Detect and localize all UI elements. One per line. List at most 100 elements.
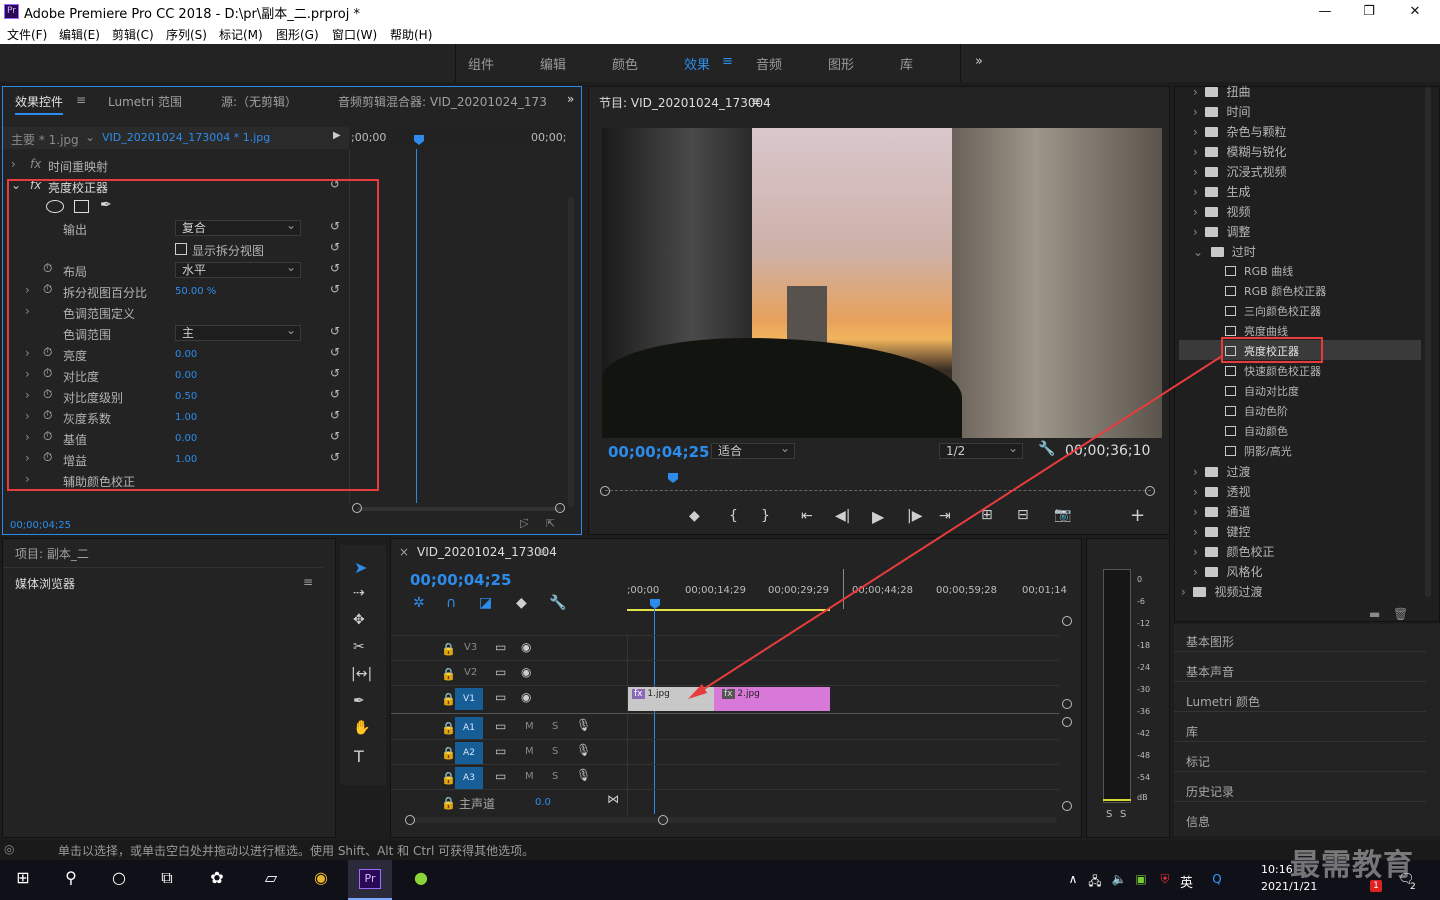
scroll-handle-left[interactable]: [405, 815, 415, 825]
tree-effect-rgb-curves[interactable]: RGB 曲线: [1225, 263, 1293, 279]
tree-folder-stylize[interactable]: › 风格化: [1193, 563, 1262, 580]
search-icon[interactable]: ⚲: [56, 868, 86, 887]
effects-scrollbar[interactable]: [1425, 87, 1431, 597]
eye-icon[interactable]: ◉: [521, 640, 531, 654]
time-remap-row[interactable]: › fx 时间重映射: [3, 155, 349, 176]
ec-timecode[interactable]: 00;00;04;25: [10, 520, 71, 531]
panel-more-icon[interactable]: »: [567, 92, 574, 106]
timeline-close-icon[interactable]: ×: [399, 545, 409, 559]
tree-folder-channel[interactable]: › 通道: [1193, 503, 1250, 520]
pen-tool-icon[interactable]: ✒: [353, 693, 365, 709]
track-label-a3[interactable]: A3: [455, 767, 483, 789]
tab-effect-controls[interactable]: 效果控件: [15, 93, 64, 115]
workspace-menu-icon[interactable]: ≡: [722, 54, 733, 69]
solo-right-button[interactable]: S: [1120, 809, 1126, 820]
minimize-button[interactable]: —: [1302, 0, 1348, 24]
eye-icon[interactable]: ◉: [521, 690, 531, 704]
new-folder-icon[interactable]: ▬: [1369, 607, 1380, 621]
maximize-button[interactable]: ❐: [1346, 0, 1392, 24]
panel-essential-sound[interactable]: 基本声音: [1186, 663, 1234, 680]
eye-icon[interactable]: ◉: [521, 665, 531, 679]
tree-effect-fast-color[interactable]: 快速颜色校正器: [1225, 363, 1321, 379]
play-triangle-icon[interactable]: ▶: [333, 130, 341, 141]
tree-effect-rgb-color-corrector[interactable]: RGB 颜色校正器: [1225, 283, 1326, 299]
mark-in-icon[interactable]: {: [729, 508, 738, 524]
panel-lumetri-color[interactable]: Lumetri 颜色: [1186, 693, 1260, 710]
step-forward-icon[interactable]: |▶: [907, 508, 922, 524]
track-select-tool-icon[interactable]: ⇢: [353, 585, 365, 601]
scroll-handle-bottom[interactable]: [1062, 801, 1072, 811]
go-to-end-icon[interactable]: ⋈: [607, 792, 619, 806]
snap-icon[interactable]: ✲: [413, 595, 425, 611]
track-label-a1[interactable]: A1: [455, 717, 483, 739]
trash-icon[interactable]: 🗑: [1393, 607, 1408, 621]
add-marker-icon[interactable]: ◆: [516, 595, 527, 611]
mute-button[interactable]: M: [525, 771, 534, 782]
fit-dropdown[interactable]: 适合: [711, 441, 795, 459]
lock-icon[interactable]: 🔒: [441, 692, 456, 706]
solo-left-button[interactable]: S: [1106, 809, 1112, 820]
type-tool-icon[interactable]: T: [354, 747, 364, 766]
menu-help[interactable]: 帮助(H): [390, 26, 432, 43]
media-browser-tab[interactable]: 媒体浏览器: [15, 575, 75, 592]
scroll-handle-right[interactable]: [1145, 486, 1155, 496]
microphone-icon[interactable]: 🎙: [576, 768, 591, 782]
program-time-ruler[interactable]: [605, 477, 1151, 491]
track-label-v1[interactable]: V1: [455, 688, 483, 710]
chrome-icon[interactable]: ◉: [306, 868, 336, 887]
menu-edit[interactable]: 编辑(E): [59, 26, 100, 43]
lock-icon[interactable]: 🔒: [441, 642, 456, 656]
microphone-icon[interactable]: 🎙: [576, 743, 591, 757]
timeline-h-scrollbar[interactable]: [411, 817, 1057, 823]
workspace-tab-audio[interactable]: 音频: [756, 54, 782, 73]
tab-source[interactable]: 源:（无剪辑）: [221, 93, 297, 110]
panel-libraries[interactable]: 库: [1186, 723, 1198, 740]
scroll-handle-bottom[interactable]: [1062, 699, 1072, 709]
workspace-tab-editing[interactable]: 编辑: [540, 54, 566, 73]
film-toggle-icon[interactable]: ▭: [495, 640, 506, 654]
clock-time[interactable]: 10:16: [1261, 863, 1293, 876]
tree-effect-three-way[interactable]: 三向颜色校正器: [1225, 303, 1321, 319]
sync-lock-icon[interactable]: ▭: [495, 769, 506, 783]
ime-indicator[interactable]: 英: [1180, 872, 1193, 891]
mute-button[interactable]: M: [525, 746, 534, 757]
tree-folder-perspective[interactable]: › 透视: [1193, 483, 1250, 500]
master-volume-value[interactable]: 0.0: [535, 797, 551, 808]
scroll-handle-right[interactable]: [658, 815, 668, 825]
panel-markers[interactable]: 标记: [1186, 753, 1210, 770]
tree-folder-video-transitions[interactable]: › 视频过渡: [1181, 583, 1262, 600]
tree-effect-auto-color[interactable]: 自动颜色: [1225, 423, 1288, 439]
selection-tool-icon[interactable]: ➤: [354, 558, 367, 577]
tree-folder-transition[interactable]: › 过渡: [1193, 463, 1250, 480]
solo-button[interactable]: S: [552, 746, 558, 757]
panel-essential-graphics[interactable]: 基本图形: [1186, 633, 1234, 650]
melon-app-icon[interactable]: ●: [406, 868, 436, 887]
tree-folder-video[interactable]: › 视频: [1193, 203, 1250, 220]
menu-clip[interactable]: 剪辑(C): [112, 26, 154, 43]
solo-button[interactable]: S: [552, 721, 558, 732]
lock-icon[interactable]: 🔒: [441, 796, 456, 810]
tab-lumetri-scopes[interactable]: Lumetri 范围: [108, 93, 182, 110]
lock-icon[interactable]: 🔒: [441, 746, 456, 760]
tree-effect-auto-contrast[interactable]: 自动对比度: [1225, 383, 1299, 399]
sequence-clip-label[interactable]: VID_20201024_173004 * 1.jpg: [102, 131, 270, 144]
scroll-handle-left[interactable]: [352, 503, 362, 513]
scroll-handle-top[interactable]: [1062, 717, 1072, 727]
hand-tool-icon[interactable]: ✋: [353, 720, 370, 736]
windows-start-icon[interactable]: ⊞: [8, 868, 38, 887]
tree-folder-noise[interactable]: › 杂色与颗粒: [1193, 123, 1286, 140]
panel-menu-icon[interactable]: ≡: [303, 575, 313, 589]
insert-nest-icon[interactable]: ◪: [479, 595, 492, 611]
ec-zoom-scrollbar[interactable]: [357, 507, 562, 511]
scroll-handle-right[interactable]: [555, 503, 565, 513]
clip-1[interactable]: fx 1.jpg: [628, 687, 714, 711]
menu-window[interactable]: 窗口(W): [332, 26, 377, 43]
timeline-title[interactable]: VID_20201024_173004: [417, 545, 557, 559]
scroll-handle-top[interactable]: [1062, 616, 1072, 626]
go-to-in-icon[interactable]: ⇤: [801, 508, 813, 524]
lock-icon[interactable]: 🔒: [441, 667, 456, 681]
workspace-tab-effects[interactable]: 效果: [684, 54, 710, 73]
filter-icon[interactable]: ▷⃗: [520, 517, 528, 530]
tree-folder-distort[interactable]: › 扭曲: [1193, 83, 1250, 100]
timeline-timecode[interactable]: 00;00;04;25: [410, 571, 512, 589]
